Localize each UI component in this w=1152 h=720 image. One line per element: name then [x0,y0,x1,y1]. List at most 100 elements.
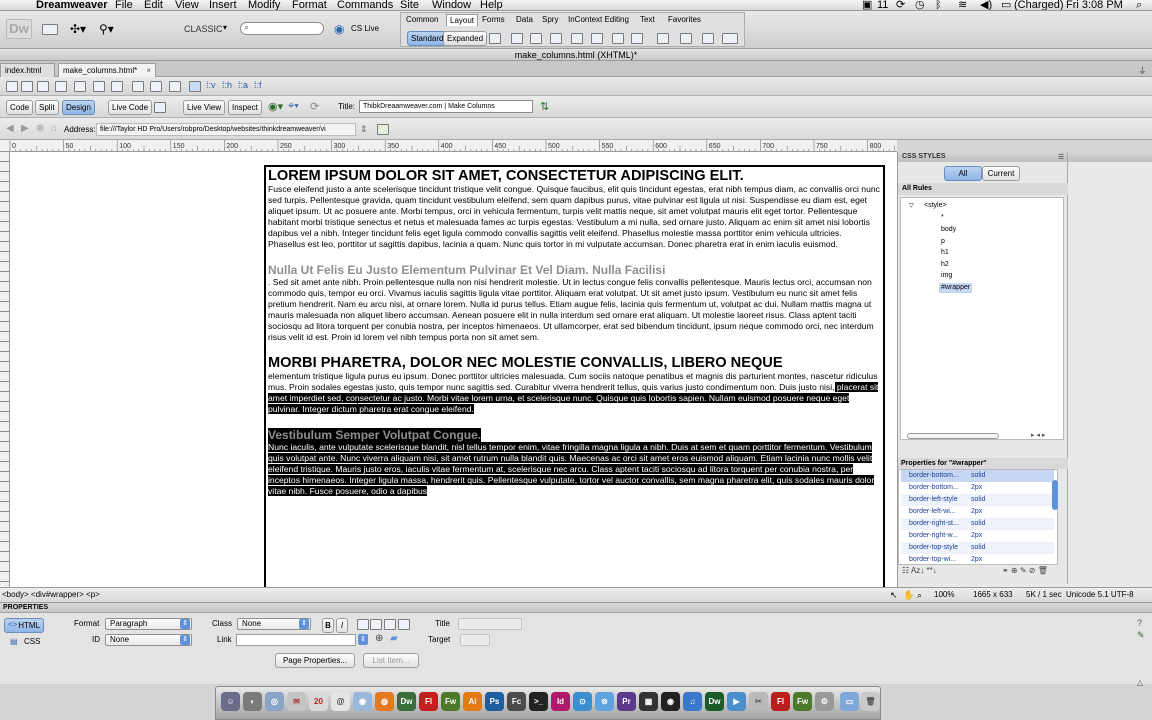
property-row[interactable]: border-right-w... 2px [901,530,1054,542]
bluetooth-icon[interactable]: ᛒ [935,0,942,10]
toolbar-icon-7[interactable] [111,81,123,92]
toolbar-icon-8[interactable] [132,81,144,92]
property-row[interactable]: border-bottom... 2px [901,482,1054,494]
rule-style[interactable]: <style> [924,201,947,211]
show-category-icon[interactable]: ☷ Az↓ **↓ [902,566,937,575]
photoshop-icon[interactable]: Ps [485,692,504,711]
toolbar-icon-3[interactable] [37,81,49,92]
home-icon[interactable]: ⌂ [51,123,57,134]
indesign-icon[interactable]: Id [551,692,570,711]
heading-vestibulum-semper[interactable]: Vestibulum Semper Volutpat Congue. [268,427,482,442]
hand-tool-icon[interactable]: ✋ [903,588,914,602]
css-properties-button[interactable]: CSS [24,636,40,648]
scroll-arrows-icon[interactable]: ▸ ◂ ▸ [1031,431,1045,439]
tab-make-columns-html[interactable]: make_columns.html* × [58,63,156,77]
menu-file[interactable]: File [115,0,133,10]
properties-scrollbar[interactable] [1052,480,1058,510]
indent-icon[interactable] [398,619,410,630]
link-dropdown-icon[interactable]: ⇕ [358,634,368,645]
clock[interactable]: Fri 3:08 PM [1066,0,1123,10]
paragraph-3[interactable]: elementum tristique ligula purus eu ipsu… [268,371,881,415]
preview-browser-icon[interactable]: ◉▾ [268,100,283,113]
search-input[interactable] [240,22,324,35]
rule-p[interactable]: p [941,237,945,247]
site-icon[interactable]: ⚲▾ [99,22,114,36]
tab-spry[interactable]: Spry [539,14,561,25]
close-icon[interactable]: × [146,64,151,77]
property-row[interactable]: border-top-wi... 2px [901,554,1054,566]
insert-table-icon[interactable] [511,33,523,44]
property-row[interactable]: border-right-st... solid [901,518,1054,530]
workspace-switcher[interactable]: CLASSIC [184,24,223,34]
battery-icon[interactable]: ▭ [1001,0,1011,10]
toolbar-icon-4[interactable] [55,81,67,92]
design-view-button[interactable]: Design [62,100,95,115]
stop-icon[interactable]: ⊗ [36,123,44,134]
standard-mode-button[interactable]: Standard [407,31,448,46]
wrapper-div[interactable]: LOREM IPSUM DOLOR SIT AMET, CONSECTETUR … [264,165,885,587]
format-select[interactable]: Paragraph [105,618,192,630]
expanded-mode-button[interactable]: Expanded [443,31,488,46]
dreamweaver-icon[interactable]: Dw [705,692,724,711]
preview-icon[interactable]: ◉ [353,692,372,711]
toolbar-icon-h[interactable]: ⁞:h [222,80,232,90]
extend-gear-icon[interactable]: ✣▾ [70,22,86,36]
clapboard-icon[interactable]: ▦ [639,692,658,711]
property-row[interactable]: border-bottom... solid [901,470,1054,482]
tab-index-html[interactable]: index.html [0,63,55,77]
browse-folder-icon[interactable]: ▰ [390,633,398,644]
app-menu[interactable]: Dreamweaver [36,0,108,10]
paragraph-4[interactable]: Nunc iaculis, ante vulputate scelerisque… [268,441,881,497]
chevron-down-icon[interactable]: ▾ [223,23,227,32]
firefox-icon[interactable]: ◍ [375,692,394,711]
zoom-tool-icon[interactable]: ⌕ [917,588,922,602]
tag-selector[interactable]: <body> <div#wrapper> <p> [2,588,100,602]
calendar-icon[interactable]: 20 [309,692,328,711]
insert-column-icon[interactable] [680,33,692,44]
terminal-icon[interactable]: >_ [529,692,548,711]
tab-common[interactable]: Common [403,14,441,25]
menu-commands[interactable]: Commands [337,0,393,10]
toolbar-icon-5[interactable] [74,81,86,92]
split-view-button[interactable]: Split [35,100,59,115]
disclosure-triangle-icon[interactable]: ▽ [909,201,914,211]
rules-scrollbar[interactable] [907,433,999,439]
ordered-list-icon[interactable] [370,619,382,630]
tab-text[interactable]: Text [637,14,658,25]
toolbar-icon-11[interactable] [189,81,201,92]
menu-help[interactable]: Help [480,0,503,10]
forward-icon[interactable]: ▶ [21,123,29,134]
time-machine-icon[interactable]: ◷ [915,0,925,10]
heading-nulla-ut-felis[interactable]: Nulla Ut Felis Eu Justo Elementum Pulvin… [268,263,881,277]
wifi-icon[interactable]: ≋ [958,0,967,10]
utility-icon[interactable]: ✂ [749,692,768,711]
zoom-level[interactable]: 100% [934,588,954,602]
browse-options-icon[interactable] [377,124,389,135]
frames-dropdown-icon[interactable] [722,33,738,44]
paragraph-1[interactable]: Fusce eleifend justo a ante scelerisque … [268,184,881,251]
trash-icon[interactable]: 🗑 [861,692,880,711]
settings-icon[interactable]: ⚙ [815,692,834,711]
menu-window[interactable]: Window [432,0,471,10]
frames-icon[interactable] [702,33,714,44]
live-code-button[interactable]: Live Code [108,100,153,115]
address-book-icon[interactable]: @ [331,692,350,711]
heading-lorem-ipsum[interactable]: LOREM IPSUM DOLOR SIT AMET, CONSECTETUR … [268,168,881,184]
vlc-icon[interactable]: ▶ [727,692,746,711]
flash-catalyst-icon[interactable]: Fc [507,692,526,711]
panel-menu-icon[interactable]: ☰ [1058,153,1064,161]
link-input[interactable] [236,634,356,646]
toolbar-icon-f[interactable]: ⁞:f [254,80,262,90]
toolbar-icon-9[interactable] [150,81,162,92]
collapse-icon[interactable]: △ [1137,678,1143,687]
page-properties-button[interactable]: Page Properties... [275,653,355,668]
css-actions-icons[interactable]: ⚭ ⊕ ✎ ⊘ 🗑 [1002,566,1048,575]
tab-forms[interactable]: Forms [479,14,508,25]
flash-icon[interactable]: Fl [419,692,438,711]
menu-modify[interactable]: Modify [248,0,280,10]
tab-incontext-editing[interactable]: InContext Editing [565,14,632,25]
spry-accordion-icon[interactable] [591,33,603,44]
menu-format[interactable]: Format [292,0,327,10]
tab-data[interactable]: Data [513,14,536,25]
spry-menu-icon[interactable] [550,33,562,44]
